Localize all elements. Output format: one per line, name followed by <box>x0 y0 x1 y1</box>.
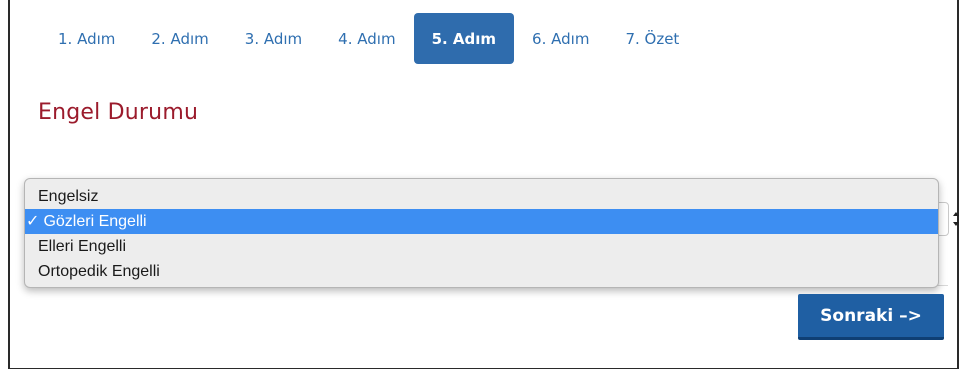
tab-step-2[interactable]: 2. Adım <box>133 13 226 64</box>
select-updown-arrow-icon[interactable] <box>951 205 961 233</box>
option-label: Ortopedik Engelli <box>38 263 160 280</box>
tab-step-3[interactable]: 3. Adım <box>227 13 320 64</box>
disability-select-dropdown: Engelsiz ✓ Gözleri Engelli Elleri Engell… <box>24 178 939 288</box>
tab-step-1[interactable]: 1. Adım <box>40 13 133 64</box>
tab-step-7-summary[interactable]: 7. Özet <box>607 13 697 64</box>
option-label: Elleri Engelli <box>38 238 127 255</box>
option-label: Gözleri Engelli <box>43 213 147 230</box>
select-option-ortopedik-engelli[interactable]: Ortopedik Engelli <box>25 259 938 284</box>
next-button[interactable]: Sonraki –> <box>798 294 944 340</box>
select-option-elleri-engelli[interactable]: Elleri Engelli <box>25 234 938 259</box>
select-option-engelsiz[interactable]: Engelsiz <box>25 184 938 209</box>
step-navigation: 1. Adım 2. Adım 3. Adım 4. Adım 5. Adım … <box>40 13 697 64</box>
checkmark-icon: ✓ <box>26 213 40 230</box>
tab-step-6[interactable]: 6. Adım <box>514 13 607 64</box>
tab-step-4[interactable]: 4. Adım <box>320 13 413 64</box>
option-label: Engelsiz <box>38 188 99 205</box>
select-option-gozleri-engelli[interactable]: ✓ Gözleri Engelli <box>25 209 938 234</box>
tab-step-5-active[interactable]: 5. Adım <box>413 13 515 64</box>
section-title: Engel Durumu <box>38 100 199 125</box>
